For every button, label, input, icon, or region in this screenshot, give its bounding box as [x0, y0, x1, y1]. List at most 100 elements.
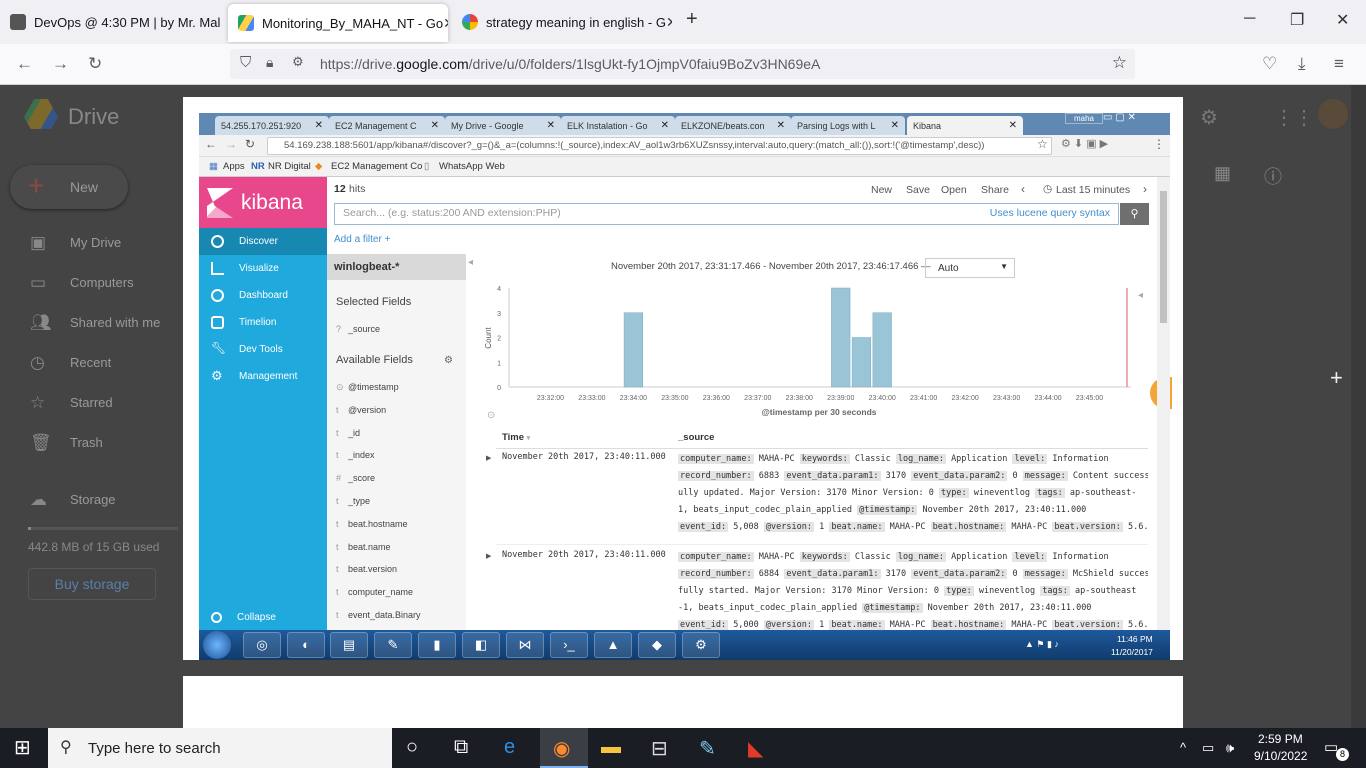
nav-starred[interactable]: Starred — [70, 395, 113, 410]
browser-tab-drive[interactable]: Monitoring_By_MAHA_NT - Go ✕ — [228, 4, 448, 42]
search-button[interactable]: ⚲ — [1120, 203, 1149, 225]
nav-recent[interactable]: Recent — [70, 355, 111, 370]
close-tab-icon[interactable]: ✕ — [657, 120, 669, 131]
app-icon[interactable]: ▮ — [418, 632, 456, 658]
chevron-right-icon[interactable]: › — [1143, 182, 1147, 196]
settings-icon[interactable]: ⚙ — [682, 632, 720, 658]
save-button[interactable]: Save — [906, 184, 930, 196]
nav-trash[interactable]: Trash — [70, 435, 103, 450]
chrome-tab[interactable]: My Drive - Google ✕ — [445, 116, 561, 135]
nav-management[interactable]: ⚙ Management — [199, 363, 327, 390]
reload-icon[interactable]: ↻ — [245, 137, 255, 151]
nav-shared[interactable]: Shared with me — [70, 315, 160, 330]
field-item[interactable]: t @version — [336, 405, 386, 415]
bookmark-ec2[interactable]: EC2 Management Co — [331, 161, 422, 172]
vlc-icon[interactable]: ▲ — [594, 632, 632, 658]
collapse-sidebar-icon[interactable]: ◂ — [468, 257, 473, 268]
field-item[interactable]: t _type — [336, 496, 370, 506]
field-item[interactable]: t beat.name — [336, 542, 391, 552]
bookmark-whatsapp[interactable]: WhatsApp Web — [439, 161, 505, 172]
taskbar-search-input[interactable]: ⚲ Type here to search — [48, 728, 392, 768]
nav-dashboard[interactable]: Dashboard — [199, 282, 327, 309]
collapse-button[interactable]: Collapse — [199, 604, 327, 631]
nav-discover[interactable]: Discover — [199, 228, 327, 255]
index-pattern[interactable]: winlogbeat-* — [327, 254, 466, 280]
powershell-icon[interactable]: ›_ — [550, 632, 588, 658]
firefox-taskbar-button[interactable]: ◉ — [540, 728, 588, 768]
volume-icon[interactable]: 🕪︎ — [1226, 740, 1234, 756]
cortana-icon[interactable]: ○ — [406, 736, 418, 759]
field-item[interactable]: t beat.version — [336, 564, 397, 574]
shield-icon[interactable]: ⛉ — [240, 54, 251, 71]
vscode-icon[interactable]: ⋈ — [506, 632, 544, 658]
tray-up-icon[interactable]: ^ — [1180, 740, 1186, 755]
grid-view-icon[interactable]: ▦ — [1214, 163, 1231, 184]
time-picker[interactable]: Last 15 minutes — [1056, 184, 1130, 196]
minimize-icon[interactable]: ─ — [1244, 10, 1255, 28]
lucene-link[interactable]: Uses lucene query syntax — [990, 207, 1110, 219]
extension-icons[interactable]: ⚙ ⬇ ▣ ▶ — [1061, 137, 1108, 150]
close-tab-icon[interactable]: ✕ — [427, 120, 439, 131]
acrobat-icon[interactable]: ◣ — [748, 736, 763, 761]
folder-icon[interactable]: ▤ — [330, 632, 368, 658]
permissions-icon[interactable]: ⚙ — [292, 54, 304, 70]
new-tab-button[interactable]: + — [686, 8, 698, 31]
chrome-tab[interactable]: Parsing Logs with L ✕ — [791, 116, 905, 135]
chrome-tab-kibana[interactable]: Kibana ✕ — [907, 116, 1023, 135]
nav-computers[interactable]: Computers — [70, 275, 134, 290]
browser-tab-google[interactable]: strategy meaning in english - G ✕ — [452, 0, 672, 44]
close-tab-icon[interactable]: ✕ — [666, 14, 672, 31]
store-icon[interactable]: ⊟ — [651, 736, 668, 761]
windows-start-icon[interactable]: ⊞ — [14, 735, 31, 760]
forward-icon[interactable]: → — [52, 54, 69, 74]
nav-visualize[interactable]: Visualize — [199, 255, 327, 282]
close-tab-icon[interactable]: ✕ — [311, 120, 323, 131]
field-item[interactable]: t _index — [336, 450, 375, 460]
nav-my-drive[interactable]: My Drive — [70, 235, 121, 250]
open-button[interactable]: Open — [941, 184, 967, 196]
nav-timelion[interactable]: Timelion — [199, 309, 327, 336]
tray-icons[interactable]: ▲ ⚑ ▮ ♪ — [1025, 639, 1059, 650]
new-button[interactable]: + New — [10, 165, 128, 209]
nav-dev-tools[interactable]: 🔧︎ Dev Tools — [199, 336, 327, 363]
field-item[interactable]: ? _source — [336, 324, 380, 334]
firefox-icon[interactable]: ◐ — [287, 632, 325, 658]
profile-badge[interactable]: maha — [1065, 113, 1103, 124]
kibana-scrollbar[interactable] — [1157, 177, 1170, 630]
app-icon[interactable]: ◧ — [462, 632, 500, 658]
field-item[interactable]: t event_data.Binary — [336, 610, 421, 620]
avatar[interactable] — [1318, 99, 1348, 129]
info-icon[interactable]: ⓘ — [1264, 163, 1282, 189]
close-tab-icon[interactable]: ✕ — [1005, 120, 1017, 131]
file-explorer-icon[interactable]: ▬ — [601, 736, 621, 759]
chrome-icon[interactable]: ◎ — [243, 632, 281, 658]
buy-storage-button[interactable]: Buy storage — [28, 568, 156, 600]
restore-icon[interactable]: ❐ — [1290, 10, 1304, 30]
close-tab-icon[interactable]: ✕ — [543, 120, 555, 131]
page-scrollbar[interactable] — [1351, 85, 1366, 728]
field-item[interactable]: t beat.hostname — [336, 519, 408, 529]
bookmark-nr-digital[interactable]: NR Digital — [268, 161, 311, 172]
settings-icon[interactable]: ⚙ — [1200, 105, 1218, 130]
field-item[interactable]: # _score — [336, 473, 375, 483]
pocket-icon[interactable]: ♡ — [1262, 54, 1277, 74]
downloads-icon[interactable]: ⤓ — [1298, 54, 1306, 74]
nav-storage[interactable]: Storage — [70, 492, 116, 507]
chrome-tab[interactable]: 54.255.170.251:920 ✕ — [215, 116, 329, 135]
add-filter-link[interactable]: Add a filter + — [334, 234, 390, 245]
kibana-logo[interactable]: kibana — [199, 177, 327, 229]
toggle-chart-icon[interactable]: ⊙ — [487, 410, 495, 421]
back-icon[interactable]: ← — [205, 137, 217, 151]
column-time[interactable]: Time ▾ — [502, 432, 530, 443]
paint-icon[interactable]: ✎ — [699, 736, 716, 761]
close-tab-icon[interactable]: ✕ — [443, 15, 448, 32]
gear-icon[interactable]: ⚙ — [444, 355, 453, 366]
field-item[interactable]: ⊙ @timestamp — [336, 382, 399, 393]
browser-tab-devops[interactable]: DevOps @ 4:30 PM | by Mr. Mal ✕ — [0, 0, 220, 44]
pdf-icon[interactable]: ✎ — [374, 632, 412, 658]
window-close-icon[interactable]: ✕ — [1336, 10, 1349, 30]
url-bar[interactable]: ⛉ 🔒︎ ⚙ https://drive. google.com/drive/u/… — [230, 49, 1135, 79]
reload-icon[interactable]: ↻ — [88, 54, 102, 74]
scroll-thumb[interactable] — [1160, 191, 1167, 323]
edge-icon[interactable]: e — [504, 736, 515, 759]
